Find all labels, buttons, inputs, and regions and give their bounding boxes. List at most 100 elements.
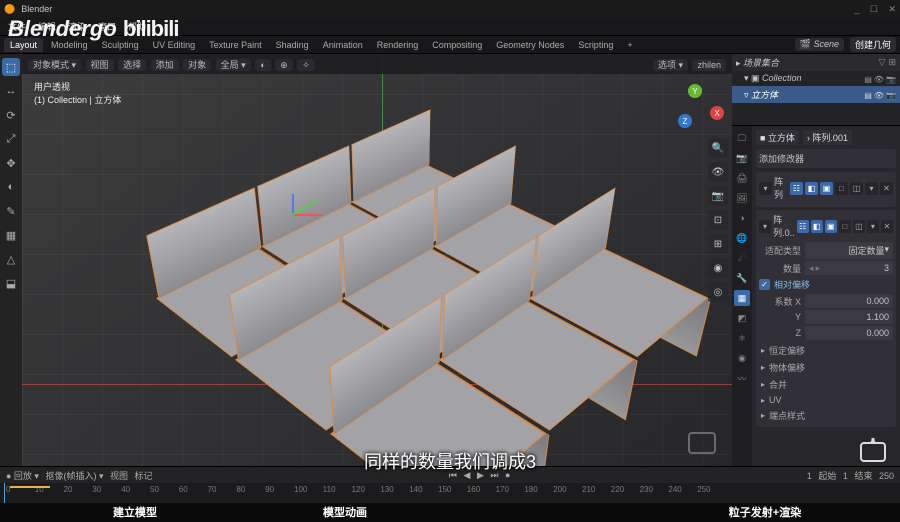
mod1-name[interactable]: 阵列	[774, 175, 788, 201]
scene-selector[interactable]: 🎬 Scene	[795, 38, 844, 51]
section-obj-offset[interactable]: 物体偏移	[759, 359, 893, 376]
mod1-i1[interactable]: ☷	[790, 182, 803, 195]
ptab-11[interactable]: ◉	[734, 350, 750, 366]
chapter-2[interactable]: 模型动画	[240, 504, 450, 520]
vt-camera-icon[interactable]: 📷	[708, 186, 728, 206]
tool-cursor[interactable]: ↔	[2, 82, 20, 100]
vh-view[interactable]: 视图	[86, 59, 114, 71]
nav-gizmo[interactable]: X Y Z	[676, 82, 724, 130]
tool-rotate[interactable]: ⤢	[2, 130, 20, 148]
tool-transform[interactable]: ◐	[2, 178, 20, 196]
mod2-close[interactable]: ✕	[881, 220, 893, 233]
ptab-9[interactable]: ◩	[734, 310, 750, 326]
count-field[interactable]: 3	[805, 261, 893, 275]
ptab-2[interactable]: 🖨	[734, 170, 750, 186]
ptab-4[interactable]: ◑	[734, 210, 750, 226]
vt-eye-icon[interactable]: 👁	[708, 162, 728, 182]
offset-x-field[interactable]: 0.000	[805, 294, 893, 308]
chapter-1[interactable]: 建立模型	[30, 504, 240, 520]
relative-offset-check[interactable]: 相对偏移	[759, 278, 893, 291]
mod1-i2[interactable]: ◧	[805, 182, 818, 195]
pivot-icon[interactable]: ⊕	[275, 59, 293, 71]
nav-z-icon[interactable]: Z	[678, 114, 692, 128]
viewport-3d[interactable]: 对象模式 ▾ 视图 选择 添加 对象 全局 ▾ ◐ ⊕ ✧ 选项 ▾ zhile…	[22, 54, 732, 466]
vt-shade1-icon[interactable]: ⊞	[708, 234, 728, 254]
mod2-i4[interactable]: □	[839, 220, 851, 233]
tool-scale[interactable]: ✥	[2, 154, 20, 172]
mode-selector[interactable]: 对象模式 ▾	[28, 59, 81, 71]
mod1-i3[interactable]: ▣	[820, 182, 833, 195]
ptab-7[interactable]: 🔧	[734, 270, 750, 286]
new-icon[interactable]: ⊞	[888, 57, 896, 67]
tool-addcube[interactable]: △	[2, 250, 20, 268]
vt-zoom-icon[interactable]: 🔍	[708, 138, 728, 158]
ptab-0[interactable]: 🖵	[734, 130, 750, 146]
user-button[interactable]: zhilen	[692, 59, 726, 71]
playhead[interactable]	[4, 483, 5, 503]
win-min[interactable]: _	[854, 4, 859, 14]
propedit-icon[interactable]: ✧	[297, 59, 315, 71]
options-button[interactable]: 选项 ▾	[653, 59, 688, 71]
add-modifier-button[interactable]: 添加修改器	[756, 149, 896, 168]
viewlayer-selector[interactable]: 创建几何	[850, 37, 896, 52]
snap-icon[interactable]: ◐	[255, 59, 270, 71]
ptab-5[interactable]: 🌐	[734, 230, 750, 246]
ptab-1[interactable]: 📷	[734, 150, 750, 166]
ptab-10[interactable]: ⚛	[734, 330, 750, 346]
tab-scripting[interactable]: Scripting	[572, 38, 619, 52]
tl-view[interactable]: 视图	[110, 471, 128, 481]
vt-shade3-icon[interactable]: ◎	[708, 282, 728, 302]
tab-compositing[interactable]: Compositing	[426, 38, 488, 52]
ptab-3[interactable]: 🖼	[734, 190, 750, 206]
win-close[interactable]: ✕	[888, 4, 896, 14]
frame-end[interactable]: 250	[879, 471, 894, 481]
nav-y-icon[interactable]: Y	[688, 84, 702, 98]
tool-move[interactable]: ⟳	[2, 106, 20, 124]
mod2-i3[interactable]: ▣	[825, 220, 837, 233]
tool-measure[interactable]: ▦	[2, 226, 20, 244]
tl-playback[interactable]: ● 回放 ▾	[6, 471, 39, 481]
ptab-6[interactable]: ☄	[734, 250, 750, 266]
outliner-root[interactable]: ▸ 场景集合	[736, 56, 779, 69]
mod2-collapse[interactable]: ▾	[759, 220, 771, 233]
mod1-i4[interactable]: □	[835, 182, 848, 195]
orient-selector[interactable]: 全局 ▾	[216, 59, 251, 71]
tab-geonodes[interactable]: Geometry Nodes	[490, 38, 570, 52]
tl-marker[interactable]: 标记	[135, 471, 153, 481]
ptab-12[interactable]: 〰	[734, 370, 750, 386]
vt-persp-icon[interactable]: ⊡	[708, 210, 728, 230]
frame-start[interactable]: 1	[843, 471, 848, 481]
vh-add[interactable]: 添加	[151, 59, 179, 71]
timeline-ruler[interactable]: 0102030405060708090100110120130140150160…	[0, 483, 900, 503]
mod1-i5[interactable]: ◫	[850, 182, 863, 195]
tab-rendering[interactable]: Rendering	[371, 38, 425, 52]
fit-type-select[interactable]: 固定数量 ▾	[805, 242, 893, 259]
frame-current[interactable]: 1	[807, 471, 812, 481]
tab-shading[interactable]: Shading	[270, 38, 315, 52]
ptab-modifiers[interactable]: ▦	[734, 290, 750, 306]
section-uv[interactable]: UV	[759, 393, 893, 407]
tool-annotate[interactable]: ✎	[2, 202, 20, 220]
tab-animation[interactable]: Animation	[317, 38, 369, 52]
mod2-i2[interactable]: ◧	[811, 220, 823, 233]
vt-shade2-icon[interactable]: ◉	[708, 258, 728, 278]
progress-bar[interactable]	[10, 486, 50, 488]
offset-y-field[interactable]: 1.100	[805, 310, 893, 324]
move-gizmo[interactable]	[272, 194, 312, 234]
mod2-i1[interactable]: ☷	[797, 220, 809, 233]
collection-row[interactable]: ▾ ▣ Collection	[744, 73, 802, 84]
active-object-row[interactable]: ▿ 立方体	[744, 88, 778, 101]
mod1-collapse[interactable]: ▾	[759, 182, 772, 195]
tl-keying[interactable]: 抠像(帧插入) ▾	[45, 471, 103, 481]
tab-add[interactable]: +	[621, 38, 638, 52]
nav-x-icon[interactable]: X	[710, 106, 724, 120]
mod2-name[interactable]: 阵列.0..	[773, 213, 795, 239]
tool-extra[interactable]: ⬓	[2, 274, 20, 292]
vh-select[interactable]: 选择	[118, 59, 146, 71]
mod2-i5[interactable]: ◫	[853, 220, 865, 233]
win-max[interactable]: ☐	[870, 4, 878, 14]
chapter-4[interactable]: 粒子发射+渲染	[660, 504, 870, 520]
mod1-close[interactable]: ✕	[880, 182, 893, 195]
vh-object[interactable]: 对象	[183, 59, 211, 71]
tab-texture[interactable]: Texture Paint	[203, 38, 268, 52]
